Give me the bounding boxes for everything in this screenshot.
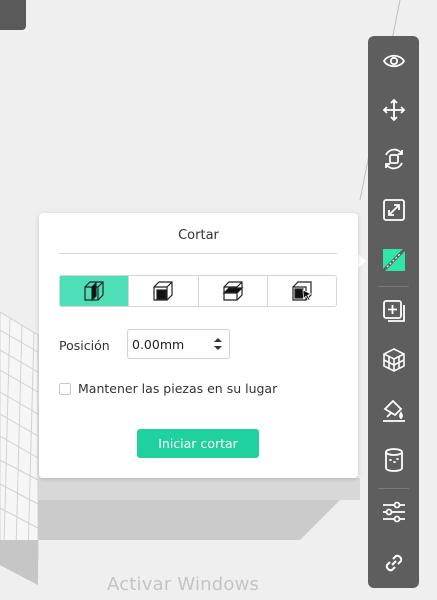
support-icon[interactable] [368, 340, 419, 380]
cut-icon[interactable] [368, 240, 419, 280]
keep-parts-row[interactable]: Mantener las piezas en su lugar [59, 381, 277, 396]
link-icon[interactable] [368, 543, 419, 583]
settings-sliders-icon[interactable] [368, 492, 419, 532]
cut-panel: Cortar Posición 0.00mm Mantener las piez… [39, 213, 358, 478]
position-input[interactable]: 0.00mm [127, 329, 230, 359]
cut-mode-group [59, 275, 337, 307]
cut-mode-click-button[interactable] [268, 276, 336, 306]
cube-horizontal-cut-icon [153, 281, 173, 301]
panel-title: Cortar [178, 228, 219, 243]
cube-plane-cut-icon [222, 281, 244, 301]
position-label: Posición [59, 338, 110, 353]
spinner-arrows-icon[interactable] [213, 337, 223, 351]
keep-parts-checkbox[interactable] [59, 382, 71, 395]
cut-mode-horizontal-button[interactable] [129, 276, 199, 306]
panel-divider [59, 253, 337, 254]
cylinder-icon[interactable] [368, 440, 419, 480]
paint-icon[interactable] [368, 390, 419, 430]
right-toolbar [368, 36, 419, 588]
add-part-icon[interactable] [368, 291, 419, 331]
rotate-icon[interactable] [368, 139, 419, 179]
cut-mode-vertical-button[interactable] [60, 276, 130, 306]
top-left-panel-tab[interactable] [0, 0, 26, 30]
keep-parts-label: Mantener las piezas en su lugar [78, 381, 278, 396]
cut-mode-plane-button[interactable] [199, 276, 268, 306]
position-value: 0.00mm [132, 336, 185, 352]
move-icon[interactable] [368, 90, 419, 130]
panel-pointer [357, 253, 366, 269]
windows-activation-watermark: Activar Windows [107, 574, 260, 595]
cube-cursor-cut-icon [292, 281, 312, 301]
start-cut-button[interactable]: Iniciar cortar [137, 429, 259, 458]
scale-icon[interactable] [368, 190, 419, 230]
cube-vertical-cut-icon [84, 281, 104, 302]
eye-icon[interactable] [368, 41, 419, 81]
